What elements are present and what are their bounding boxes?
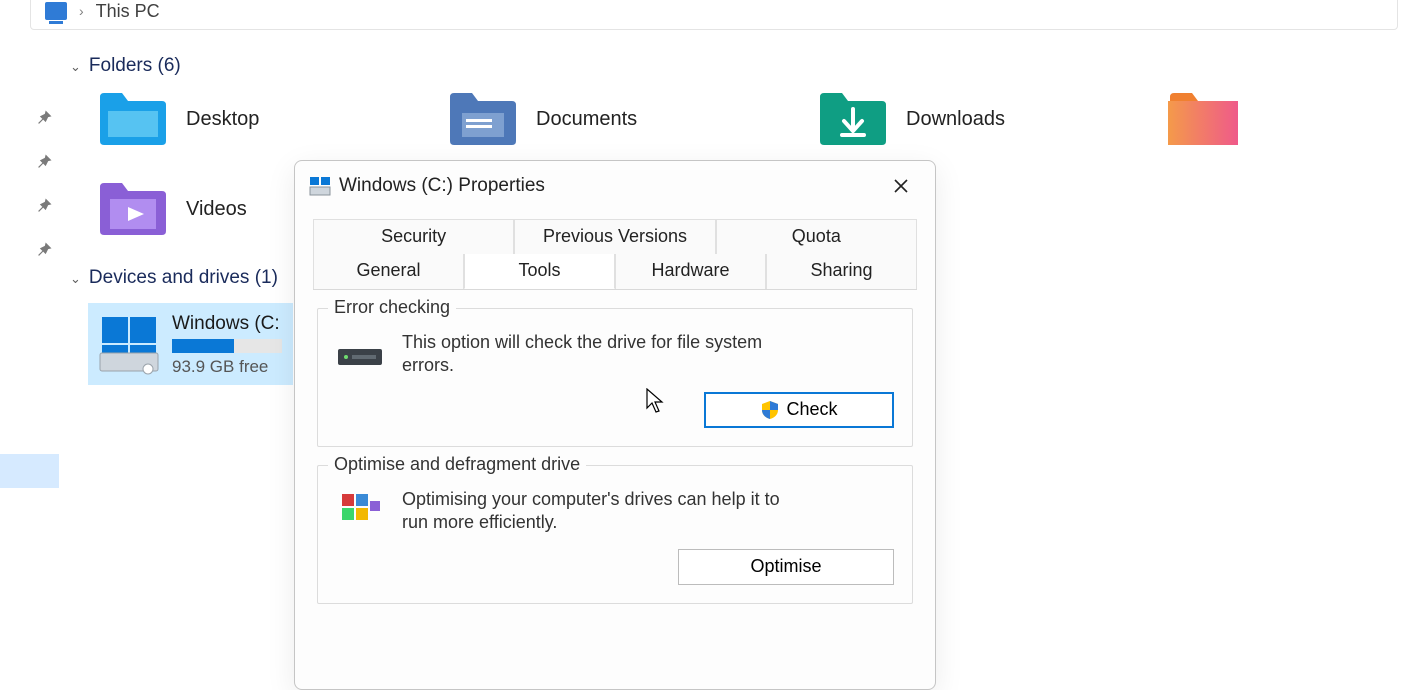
hdd-icon: [336, 331, 384, 373]
drive-free-text: 93.9 GB free: [172, 357, 282, 377]
folder-label: Documents: [536, 108, 637, 131]
dialog-tabs: Security Previous Versions Quota General…: [313, 219, 917, 290]
address-bar[interactable]: › This PC: [30, 0, 1398, 30]
folder-label: Videos: [186, 198, 247, 221]
folder-label: Downloads: [906, 108, 1005, 131]
optimise-description: Optimising your computer's drives can he…: [402, 488, 802, 535]
defrag-icon: [336, 488, 384, 530]
quick-access-pins: [34, 108, 54, 260]
pin-icon: [34, 108, 54, 128]
videos-folder-icon: [98, 181, 168, 237]
chevron-down-icon: ⌄: [70, 271, 81, 287]
music-folder-icon: [1168, 91, 1238, 147]
drives-header-label: Devices and drives (1): [89, 267, 278, 289]
error-checking-group: Error checking This option will check th…: [317, 308, 913, 447]
optimise-button-label: Optimise: [750, 556, 821, 577]
group-title: Optimise and defragment drive: [328, 454, 586, 475]
breadcrumb-location[interactable]: This PC: [96, 1, 160, 22]
folders-grid: Desktop Documents Downloads: [98, 91, 1418, 147]
check-button[interactable]: Check: [704, 392, 894, 428]
tab-tools[interactable]: Tools: [464, 254, 615, 289]
this-pc-icon: [45, 2, 67, 20]
error-checking-description: This option will check the drive for fil…: [402, 331, 802, 378]
tab-quota[interactable]: Quota: [716, 219, 917, 254]
disk-icon: [309, 176, 331, 196]
folder-downloads[interactable]: Downloads: [818, 91, 1058, 147]
chevron-down-icon: ⌄: [70, 59, 81, 75]
folders-section-header[interactable]: ⌄ Folders (6): [70, 55, 1418, 77]
tab-previous-versions[interactable]: Previous Versions: [514, 219, 715, 254]
folder-desktop[interactable]: Desktop: [98, 91, 338, 147]
documents-folder-icon: [448, 91, 518, 147]
optimise-group: Optimise and defragment drive Optimising…: [317, 465, 913, 604]
folder-music[interactable]: [1168, 91, 1238, 147]
tab-hardware[interactable]: Hardware: [615, 254, 766, 289]
tab-security[interactable]: Security: [313, 219, 514, 254]
check-button-label: Check: [786, 399, 837, 420]
close-icon: [894, 179, 908, 193]
drive-usage-bar: [172, 339, 282, 353]
close-button[interactable]: [881, 169, 921, 203]
dialog-title: Windows (C:) Properties: [339, 175, 545, 197]
uac-shield-icon: [760, 400, 780, 420]
drive-name: Windows (C:: [172, 313, 282, 335]
tab-sharing[interactable]: Sharing: [766, 254, 917, 289]
drive-windows-c[interactable]: Windows (C: 93.9 GB free: [88, 303, 293, 385]
chevron-right-icon: ›: [79, 3, 84, 19]
tab-general[interactable]: General: [313, 254, 464, 289]
downloads-folder-icon: [818, 91, 888, 147]
folders-header-label: Folders (6): [89, 55, 181, 77]
folder-label: Desktop: [186, 108, 259, 131]
desktop-folder-icon: [98, 91, 168, 147]
optimise-button[interactable]: Optimise: [678, 549, 894, 585]
pin-icon: [34, 240, 54, 260]
group-title: Error checking: [328, 297, 456, 318]
nav-selection-indicator: [0, 454, 59, 488]
pin-icon: [34, 152, 54, 172]
dialog-titlebar[interactable]: Windows (C:) Properties: [295, 161, 935, 211]
disk-drive-icon: [98, 313, 160, 375]
drive-texts: Windows (C: 93.9 GB free: [172, 313, 282, 377]
pin-icon: [34, 196, 54, 216]
folder-documents[interactable]: Documents: [448, 91, 708, 147]
properties-dialog: Windows (C:) Properties Security Previou…: [294, 160, 936, 690]
